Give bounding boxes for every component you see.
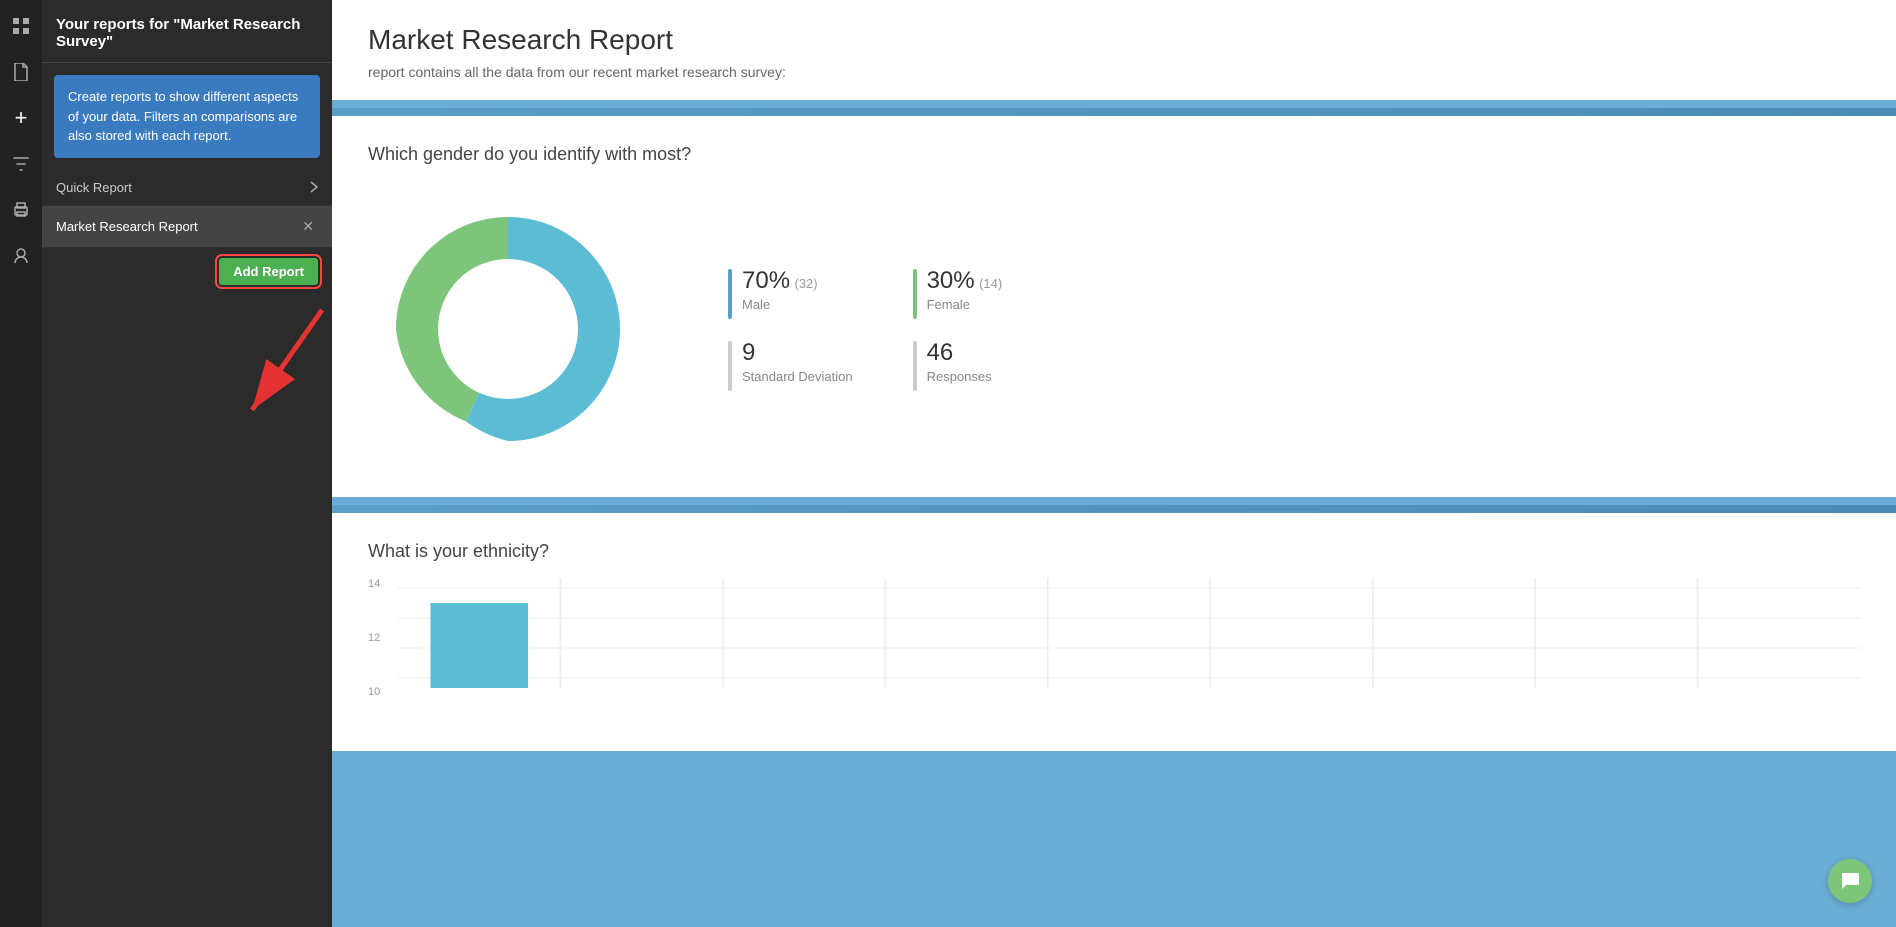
plus-icon[interactable]: + [7, 104, 35, 132]
info-text: Create reports to show different aspects… [68, 89, 298, 143]
male-label: Male [742, 297, 818, 312]
stats-section: 70% (32) Male 30% (14) Female [728, 267, 1037, 391]
ethnicity-question-card: What is your ethnicity? 14 12 10 [332, 513, 1896, 751]
donut-chart [368, 189, 648, 469]
divider-bar [332, 108, 1896, 116]
responses-value: 46 [927, 339, 992, 367]
stat-bar-stddev [728, 341, 732, 391]
male-count: (32) [795, 276, 818, 291]
file-icon[interactable] [7, 58, 35, 86]
stat-male-value: 70% (32) [742, 267, 818, 295]
ethnicity-question-title: What is your ethnicity? [368, 541, 1860, 562]
info-box: Create reports to show different aspects… [54, 75, 320, 158]
person-icon[interactable] [7, 242, 35, 270]
report-item-label: Market Research Report [56, 219, 198, 234]
divider-bar-2 [332, 505, 1896, 513]
main-content: Market Research Report report contains a… [332, 0, 1896, 927]
grid-icon[interactable] [7, 12, 35, 40]
stddev-label: Standard Deviation [742, 369, 853, 384]
y-label-10: 10 [368, 686, 380, 698]
gender-question-card: Which gender do you identify with most? [332, 116, 1896, 497]
report-item-market[interactable]: Market Research Report ✕ [42, 206, 332, 248]
report-subtitle: report contains all the data from our re… [368, 64, 1860, 80]
left-panel: Your reports for "Market Research Survey… [42, 0, 332, 927]
stat-female-value: 30% (14) [927, 267, 1003, 295]
stat-male-info: 70% (32) Male [742, 267, 818, 312]
female-pct: 30% [927, 267, 975, 294]
y-label-14: 14 [368, 578, 380, 590]
filter-icon[interactable] [7, 150, 35, 178]
report-item-label: Quick Report [56, 180, 132, 195]
stat-male: 70% (32) Male [728, 267, 853, 319]
report-item-quick[interactable]: Quick Report [42, 170, 332, 206]
stat-bar-male [728, 269, 732, 319]
chart-stats-row: 70% (32) Male 30% (14) Female [368, 189, 1860, 469]
chat-button[interactable] [1828, 859, 1872, 903]
icon-rail: + [0, 0, 42, 927]
female-label: Female [927, 297, 1003, 312]
bar-chart-svg [398, 578, 1860, 718]
stat-stddev-info: 9 Standard Deviation [742, 339, 853, 384]
stat-stddev: 9 Standard Deviation [728, 339, 853, 391]
stat-bar-female [913, 269, 917, 319]
male-pct: 70% [742, 267, 790, 294]
female-count: (14) [979, 276, 1002, 291]
stat-responses-info: 46 Responses [927, 339, 992, 384]
report-title: Market Research Report [368, 24, 1860, 56]
print-icon[interactable] [7, 196, 35, 224]
stat-female: 30% (14) Female [913, 267, 1038, 319]
bar-chart-area: 14 12 10 [368, 578, 1860, 723]
gender-question-title: Which gender do you identify with most? [368, 144, 1860, 165]
stat-bar-responses [913, 341, 917, 391]
stddev-value: 9 [742, 339, 853, 367]
stat-female-info: 30% (14) Female [927, 267, 1003, 312]
stat-responses: 46 Responses [913, 339, 1038, 391]
chevron-right-icon [310, 181, 318, 193]
add-report-row: Add Report [42, 248, 332, 295]
responses-label: Responses [927, 369, 992, 384]
close-report-icon[interactable]: ✕ [298, 216, 318, 237]
y-label-12: 12 [368, 632, 380, 644]
y-axis-labels: 14 12 10 [368, 578, 380, 698]
report-list: Quick Report Market Research Report ✕ [42, 170, 332, 248]
panel-header: Your reports for "Market Research Survey… [42, 0, 332, 63]
panel-title: Your reports for "Market Research Survey… [56, 16, 300, 50]
report-title-card: Market Research Report report contains a… [332, 0, 1896, 100]
add-report-button[interactable]: Add Report [219, 258, 318, 285]
